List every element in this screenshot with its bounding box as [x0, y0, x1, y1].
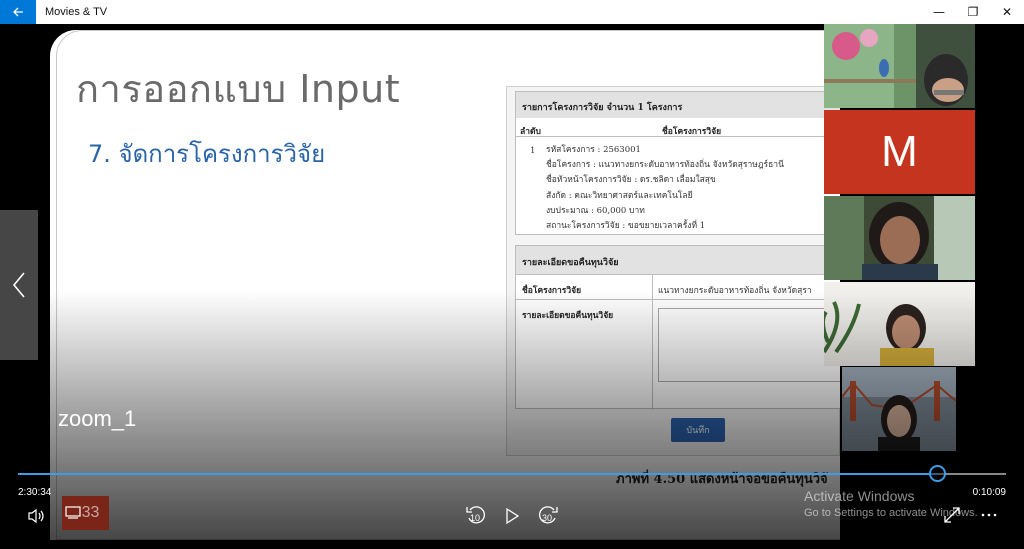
participant-video	[842, 367, 956, 451]
row-number: 1	[530, 146, 536, 156]
form-value-name: แนวทางยกระดับอาหารท้องถิ่น จังหวัดสุรา	[658, 286, 812, 296]
project-list-header: รายการโครงการวิจัย จำนวน 1 โครงการ	[516, 92, 840, 118]
slide-heading: 7. จัดการโครงการวิจัย	[88, 140, 326, 168]
column-number: ลำดับ	[520, 127, 541, 137]
expand-icon	[944, 507, 960, 523]
app-screenshot: รายการโครงการวิจัย จำนวน 1 โครงการ ลำดับ…	[506, 86, 840, 456]
detail-textarea	[658, 308, 840, 382]
participant-tile-1	[824, 24, 975, 108]
presentation-slide: การออกแบบ Input 7. จัดการโครงการวิจัย รา…	[50, 30, 840, 540]
participant-name-label: zoom_1	[58, 406, 137, 431]
participant-tile-3	[824, 196, 975, 280]
seek-thumb[interactable]	[928, 465, 946, 482]
minimize-button[interactable]: —	[922, 0, 956, 24]
project-list-panel: รายการโครงการวิจัย จำนวน 1 โครงการ ลำดับ…	[515, 91, 840, 235]
slide-title: การออกแบบ Input	[76, 67, 401, 111]
skip-back-button[interactable]: 10	[464, 504, 490, 530]
save-button: บันทึก	[671, 418, 725, 442]
more-options-button[interactable]	[978, 505, 1000, 525]
detail-line: สังกัด : คณะวิทยาศาสตร์และเทคโนโลยี	[546, 190, 693, 201]
project-details: รหัสโครงการ : 2563001 ชื่อโครงการ : แนวท…	[546, 143, 784, 234]
participant-tile-5	[842, 367, 956, 451]
elapsed-time: 2:30:34	[18, 487, 52, 498]
participant-video	[824, 196, 975, 280]
detail-line: งบประมาณ : 60,000 บาท	[546, 205, 645, 216]
column-project-name: ชื่อโครงการวิจัย	[662, 127, 722, 137]
project-list-columns: ลำดับ ชื่อโครงการวิจัย	[516, 122, 840, 137]
close-button[interactable]: ✕	[990, 0, 1024, 24]
detail-line: รหัสโครงการ : 2563001	[546, 145, 641, 155]
more-icon	[981, 513, 997, 517]
activate-title: Activate Windows	[804, 488, 915, 504]
skip-forward-label: 30	[542, 513, 553, 523]
volume-icon	[28, 508, 44, 524]
participant-video	[824, 24, 975, 108]
form-label-detail: รายละเอียดขอคืนทุนวิจัย	[522, 311, 614, 321]
refund-form-header: รายละเอียดขอคืนทุนวิจัย	[516, 246, 840, 274]
back-button[interactable]	[0, 0, 36, 24]
subtitles-button[interactable]: 33	[62, 496, 109, 530]
skip-back-label: 10	[470, 513, 481, 523]
back-arrow-icon	[13, 7, 23, 17]
detail-line: สถานะโครงการวิจัย : ขอขยายเวลาครั้งที่ 1	[546, 221, 706, 232]
detail-line: ชื่อโครงการ : แนวทางยกระดับอาหารท้องถิ่น…	[546, 160, 784, 171]
previous-button[interactable]	[0, 210, 38, 360]
window-controls: — ❐ ✕	[922, 0, 1024, 24]
refund-form-panel: รายละเอียดขอคืนทุนวิจัย ชื่อโครงการวิจัย…	[515, 245, 840, 410]
seek-progress	[18, 473, 937, 475]
detail-line: ชื่อหัวหน้าโครงการวิจัย : ดร.ชลิดา เลื่อ…	[546, 175, 716, 186]
skip-forward-button[interactable]: 30	[536, 504, 562, 530]
participant-tile-2: M	[824, 110, 975, 194]
form-label-name: ชื่อโครงการวิจัย	[522, 286, 582, 296]
app-title: Movies & TV	[45, 6, 108, 18]
participant-video	[824, 282, 975, 366]
figure-caption: ภาพที่ 4.50 แสดงหน้าจอขอคืนทุนวิจั	[616, 472, 828, 487]
title-bar: Movies & TV — ❐ ✕	[0, 0, 1024, 24]
captions-icon	[65, 506, 81, 519]
restore-button[interactable]: ❐	[956, 0, 990, 24]
participant-tile-4	[824, 282, 975, 366]
play-icon	[506, 508, 519, 524]
chevron-left-icon	[12, 272, 25, 298]
form-row-name: ชื่อโครงการวิจัย แนวทางยกระดับอาหารท้องถ…	[516, 274, 840, 300]
fullscreen-button[interactable]	[942, 505, 962, 525]
form-divider	[652, 274, 653, 410]
participant-initial: M	[881, 127, 918, 176]
play-button[interactable]	[502, 506, 522, 526]
volume-button[interactable]	[24, 505, 48, 527]
subtitle-badge: 33	[81, 504, 100, 521]
movies-tv-window: Movies & TV — ❐ ✕ การออกแบบ Input 7. จัด…	[0, 0, 1024, 549]
